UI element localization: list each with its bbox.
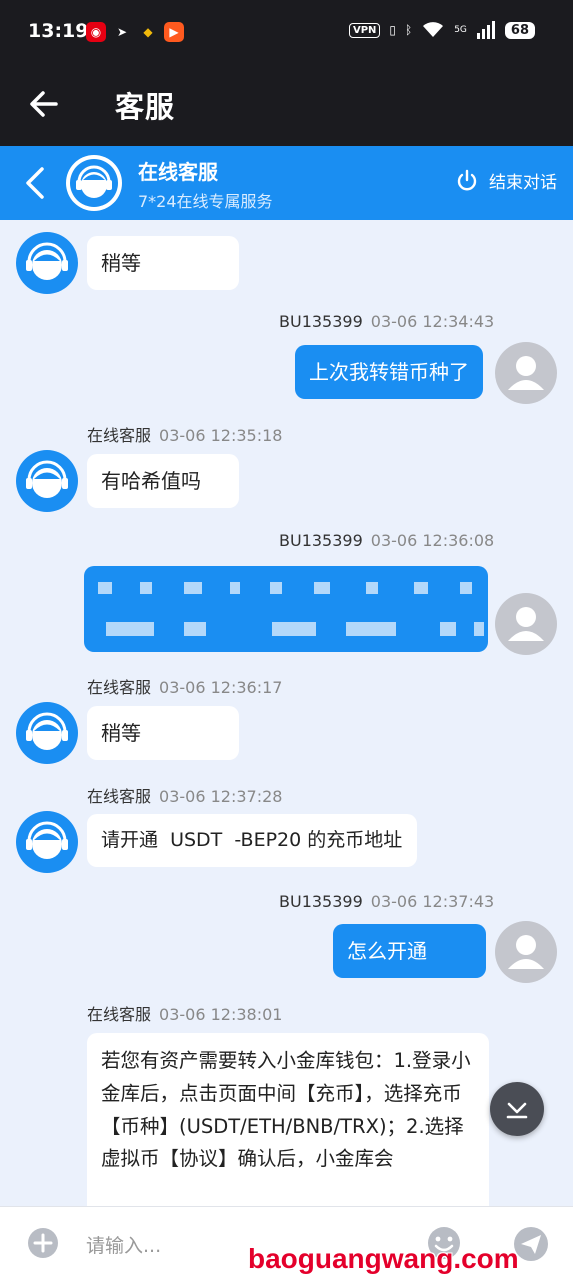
- app-bar: 客服: [0, 64, 573, 146]
- add-attachment-icon[interactable]: [27, 1227, 59, 1259]
- chat-messages[interactable]: 稍等 BU135399 03-06 12:34:43 上次我转错币种了 在线客服 0…: [0, 220, 573, 1206]
- network-label: 5G: [454, 25, 467, 35]
- sender-name: BU135399: [279, 892, 363, 911]
- power-icon: [457, 169, 477, 190]
- page-title: 客服: [115, 90, 176, 124]
- message-bubble: 怎么开通: [333, 924, 486, 978]
- agent-avatar: [16, 811, 78, 873]
- sender-name: 在线客服: [87, 1005, 152, 1024]
- agent-subtitle: 7*24在线专属服务: [138, 192, 273, 211]
- sender-name: BU135399: [279, 531, 363, 550]
- sender-name: 在线客服: [87, 426, 152, 445]
- message-time: 03-06 12:36:17: [159, 678, 283, 697]
- message-bubble: 请开通 USDT -BEP20 的充币地址: [87, 814, 417, 867]
- sender-name: BU135399: [279, 312, 363, 331]
- chevron-left-icon[interactable]: [22, 166, 48, 200]
- message-bubble: 若您有资产需要转入小金库钱包：1.登录小金库后，点击页面中间【充币】，选择充币【…: [87, 1033, 489, 1206]
- sender-name: 在线客服: [87, 787, 152, 806]
- user-avatar: [495, 342, 557, 404]
- message-bubble: 稍等: [87, 236, 239, 290]
- message-bubble: 上次我转错币种了: [295, 345, 483, 399]
- message-meta: 在线客服 03-06 12:38:01: [87, 1001, 282, 1025]
- vibrate-icon: ▯: [389, 23, 396, 37]
- message-time: 03-06 12:37:28: [159, 787, 283, 806]
- blurred-message-bubble: [84, 566, 488, 652]
- support-agent-avatar: [66, 155, 122, 211]
- message-time: 03-06 12:38:01: [159, 1005, 283, 1024]
- message-meta: BU135399 03-06 12:37:43: [279, 892, 494, 911]
- back-arrow-icon[interactable]: [26, 86, 62, 122]
- sender-name: 在线客服: [87, 678, 152, 697]
- message-meta: BU135399 03-06 12:34:43: [279, 312, 494, 331]
- video-app-icon: ▶: [164, 22, 184, 42]
- arrow-down-icon: [506, 1102, 528, 1119]
- message-meta: BU135399 03-06 12:36:08: [279, 531, 494, 550]
- user-avatar: [495, 593, 557, 655]
- message-bubble: 稍等: [87, 706, 239, 760]
- status-indicators: VPN ▯ ᛒ 5G 68: [348, 21, 535, 39]
- agent-avatar: [16, 450, 78, 512]
- user-avatar: [495, 921, 557, 983]
- agent-name: 在线客服: [138, 160, 218, 184]
- unicom-app-icon: ◉: [86, 22, 106, 42]
- scroll-to-bottom-button[interactable]: [490, 1082, 544, 1136]
- battery-level: 68: [504, 21, 535, 39]
- message-time: 03-06 12:37:43: [370, 892, 495, 911]
- chat-header: 在线客服 7*24在线专属服务 结束对话: [0, 146, 573, 220]
- end-chat-label: 结束对话: [489, 173, 557, 193]
- bluetooth-icon: ᛒ: [405, 23, 413, 37]
- signal-icon: [476, 21, 495, 39]
- message-meta: 在线客服 03-06 12:37:28: [87, 783, 282, 807]
- binance-icon: ◆: [143, 25, 153, 39]
- message-meta: 在线客服 03-06 12:36:17: [87, 674, 282, 698]
- message-time: 03-06 12:35:18: [159, 426, 283, 445]
- message-input[interactable]: 请输入...: [86, 1231, 161, 1258]
- status-bar: 13:19 ◉ ➤ ◆ ▶ VPN ▯ ᛒ 5G 68: [0, 0, 573, 64]
- message-time: 03-06 12:36:08: [370, 531, 495, 550]
- end-chat-button[interactable]: 结束对话: [455, 168, 557, 193]
- message-time: 03-06 12:34:43: [370, 312, 495, 331]
- agent-avatar: [16, 702, 78, 764]
- watermark-text: baoguangwang.com: [248, 1243, 519, 1274]
- wifi-icon: [423, 22, 444, 37]
- message-bubble: 有哈希值吗: [87, 454, 239, 508]
- agent-avatar: [16, 232, 78, 294]
- message-meta: 在线客服 03-06 12:35:18: [87, 422, 282, 446]
- status-time: 13:19: [28, 20, 89, 42]
- vpn-badge: VPN: [348, 22, 381, 38]
- telegram-icon: ➤: [116, 25, 128, 39]
- notification-icons: ◉ ➤ ◆ ▶: [86, 22, 184, 42]
